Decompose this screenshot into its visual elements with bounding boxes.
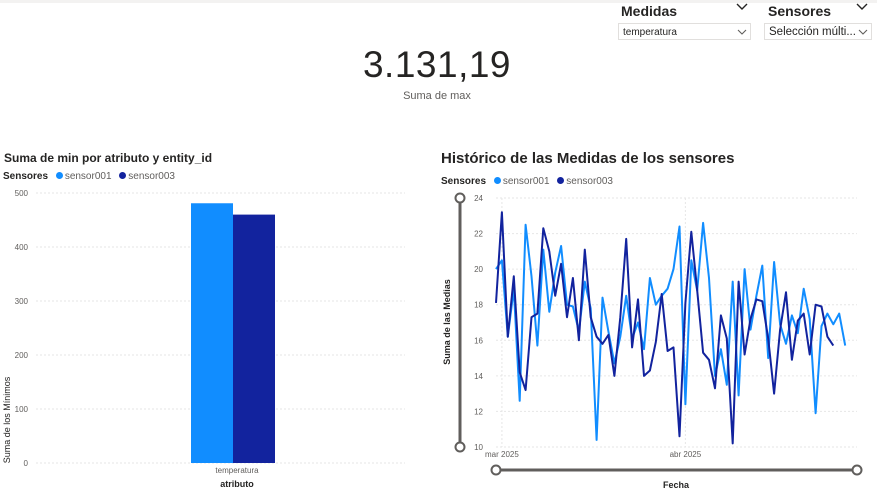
bar-y-tick-label: 200 bbox=[15, 351, 29, 360]
line-series-sensor001[interactable] bbox=[495, 221, 847, 441]
legend-dot-sensor003 bbox=[119, 172, 127, 179]
bar-chart-title: Suma de min por atributo y entity_id bbox=[4, 151, 213, 165]
bar-sensor001[interactable] bbox=[191, 203, 233, 463]
x-range-slider-right-handle[interactable] bbox=[851, 464, 863, 476]
kpi-label: Suma de max bbox=[403, 90, 471, 102]
bar-x-tick-label: temperatura bbox=[215, 466, 259, 475]
medidas-slicer-title: Medidas bbox=[621, 3, 678, 19]
line-chart: 1012141618202224 mar 2025 abr 2025 Fecha … bbox=[442, 192, 863, 490]
legend-dot-sensor003 bbox=[557, 177, 565, 184]
bar-x-axis-title: atributo bbox=[220, 479, 254, 489]
sensores-chevron-down-icon[interactable] bbox=[855, 0, 869, 14]
legend-dot-sensor001 bbox=[493, 177, 501, 184]
line-x-axis-title: Fecha bbox=[663, 480, 690, 490]
line-chart-title: Histórico de las Medidas de los sensores bbox=[441, 150, 735, 167]
bar-y-axis-title: Suma de los Mínimos bbox=[2, 376, 12, 463]
line-y-tick-label: 16 bbox=[474, 336, 483, 345]
bar-y-tick-label: 100 bbox=[15, 405, 29, 414]
y-range-slider-bottom-handle[interactable] bbox=[454, 441, 466, 453]
line-y-tick-label: 14 bbox=[474, 372, 483, 381]
line-y-tick-label: 18 bbox=[474, 301, 483, 310]
bar-legend-sensor001[interactable]: sensor001 bbox=[65, 171, 112, 182]
line-y-tick-label: 20 bbox=[474, 265, 483, 274]
bar-y-tick-label: 400 bbox=[15, 243, 29, 252]
sensores-dropdown-chevron-icon bbox=[858, 29, 868, 35]
bar-chart: 0 100 200 300 400 500 temperatura atributo Su… bbox=[2, 189, 405, 489]
bar-chart-legend: Sensores sensor001 sensor003 bbox=[3, 171, 175, 182]
line-y-axis-title: Suma de las Medias bbox=[442, 279, 452, 365]
medidas-dropdown[interactable]: temperatura bbox=[618, 23, 751, 40]
line-y-tick-label: 24 bbox=[474, 194, 483, 203]
bar-sensor003[interactable] bbox=[233, 214, 275, 463]
bar-y-tick-label: 300 bbox=[15, 297, 29, 306]
sensores-dropdown-value: Selección múlti... bbox=[769, 26, 856, 38]
kpi-value: 3.131,19 bbox=[362, 44, 512, 85]
legend-dot-sensor001 bbox=[55, 172, 63, 179]
medidas-dropdown-value: temperatura bbox=[623, 27, 677, 38]
x-range-slider-left-handle[interactable] bbox=[490, 464, 502, 476]
sensores-slicer-title: Sensores bbox=[768, 3, 832, 19]
bar-y-tick-label: 500 bbox=[15, 189, 29, 198]
line-y-tick-label: 22 bbox=[474, 230, 483, 239]
medidas-chevron-down-icon[interactable] bbox=[735, 0, 749, 14]
bar-legend-title: Sensores bbox=[3, 171, 49, 182]
sensores-dropdown[interactable]: Selección múlti... bbox=[764, 23, 872, 40]
medidas-dropdown-chevron-icon bbox=[737, 29, 747, 35]
line-y-tick-label: 10 bbox=[474, 443, 483, 452]
line-x-tick-label: mar 2025 bbox=[485, 450, 519, 459]
bar-legend-sensor003[interactable]: sensor003 bbox=[128, 171, 175, 182]
line-series-sensor003[interactable] bbox=[495, 211, 835, 445]
y-range-slider-top-handle[interactable] bbox=[454, 192, 466, 204]
line-y-tick-label: 12 bbox=[474, 407, 483, 416]
bar-y-tick-label: 0 bbox=[24, 459, 29, 468]
line-x-tick-label: abr 2025 bbox=[670, 450, 702, 459]
